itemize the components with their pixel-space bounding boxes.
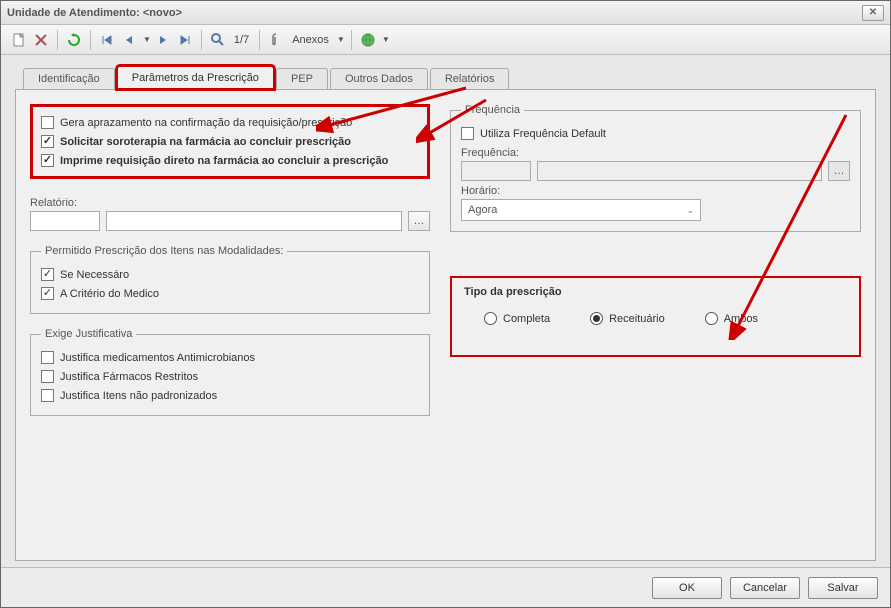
radio-receituario[interactable]: Receituário bbox=[590, 312, 665, 325]
dropdown-arrow-icon[interactable]: ▼ bbox=[382, 35, 390, 44]
checkbox-icon[interactable] bbox=[41, 287, 54, 300]
radio-icon bbox=[590, 312, 603, 325]
relatorio-code-input[interactable] bbox=[30, 211, 100, 231]
globe-icon[interactable] bbox=[358, 30, 378, 50]
checkbox-label: Imprime requisição direto na farmácia ao… bbox=[60, 155, 388, 167]
cancelar-button[interactable]: Cancelar bbox=[730, 577, 800, 599]
checkbox-a-criterio[interactable]: A Critério do Medico bbox=[41, 284, 419, 303]
tabs: Identificação Parâmetros da Prescrição P… bbox=[23, 65, 876, 89]
tab-pep[interactable]: PEP bbox=[276, 68, 328, 89]
checkbox-icon[interactable] bbox=[41, 135, 54, 148]
checkbox-solicitar-soroterapia[interactable]: Solicitar soroterapia na farmácia ao con… bbox=[41, 132, 419, 151]
tab-panel: Gera aprazamento na confirmação da requi… bbox=[15, 89, 876, 561]
radio-icon bbox=[705, 312, 718, 325]
tab-outros-dados[interactable]: Outros Dados bbox=[330, 68, 428, 89]
close-button[interactable]: ✕ bbox=[862, 5, 884, 21]
checkbox-label: Justifica Itens não padronizados bbox=[60, 390, 217, 402]
dialog-window: Unidade de Atendimento: <novo> ✕ ▼ 1/7 A… bbox=[0, 0, 891, 608]
checkbox-icon[interactable] bbox=[461, 127, 474, 140]
radio-icon bbox=[484, 312, 497, 325]
left-column: Gera aprazamento na confirmação da requi… bbox=[30, 104, 430, 546]
highlight-box-checkboxes: Gera aprazamento na confirmação da requi… bbox=[30, 104, 430, 179]
modalidades-fieldset: Permitido Prescrição dos Itens nas Modal… bbox=[30, 245, 430, 314]
toolbar: ▼ 1/7 Anexos ▼ ▼ bbox=[1, 25, 890, 55]
tab-parametros-prescricao[interactable]: Parâmetros da Prescrição bbox=[117, 66, 274, 89]
last-icon[interactable] bbox=[175, 30, 195, 50]
checkbox-antimicrobianos[interactable]: Justifica medicamentos Antimicrobianos bbox=[41, 348, 419, 367]
radio-ambos[interactable]: Ambos bbox=[705, 312, 758, 325]
justificativa-legend: Exige Justificativa bbox=[41, 328, 136, 340]
horario-select[interactable]: Agora ⌄ bbox=[461, 199, 701, 221]
separator bbox=[57, 30, 58, 50]
checkbox-icon[interactable] bbox=[41, 116, 54, 129]
checkbox-label: Se Necessáro bbox=[60, 269, 129, 281]
attachment-icon[interactable] bbox=[266, 30, 286, 50]
horario-value: Agora bbox=[468, 204, 497, 216]
radio-completa[interactable]: Completa bbox=[484, 312, 550, 325]
horario-label: Horário: bbox=[461, 185, 850, 197]
checkbox-icon[interactable] bbox=[41, 154, 54, 167]
relatorio-browse-button[interactable]: … bbox=[408, 211, 430, 231]
checkbox-label: Justifica Fármacos Restritos bbox=[60, 371, 198, 383]
tab-relatorios[interactable]: Relatórios bbox=[430, 68, 510, 89]
checkbox-restritos[interactable]: Justifica Fármacos Restritos bbox=[41, 367, 419, 386]
delete-icon[interactable] bbox=[31, 30, 51, 50]
separator bbox=[259, 30, 260, 50]
search-icon[interactable] bbox=[208, 30, 228, 50]
radio-label: Ambos bbox=[724, 313, 758, 325]
tipo-prescricao-legend: Tipo da prescrição bbox=[464, 286, 847, 298]
checkbox-imprime-requisicao[interactable]: Imprime requisição direto na farmácia ao… bbox=[41, 151, 419, 170]
checkbox-gera-aprazamento[interactable]: Gera aprazamento na confirmação da requi… bbox=[41, 113, 419, 132]
frequencia-label: Frequência: bbox=[461, 147, 850, 159]
justificativa-fieldset: Exige Justificativa Justifica medicament… bbox=[30, 328, 430, 416]
footer: OK Cancelar Salvar bbox=[1, 567, 890, 607]
checkbox-label: Utiliza Frequência Default bbox=[480, 128, 606, 140]
frequencia-fieldset: Frequência Utiliza Frequência Default Fr… bbox=[450, 104, 861, 232]
frequencia-legend: Frequência bbox=[461, 104, 524, 116]
frequencia-code-input bbox=[461, 161, 531, 181]
ok-button[interactable]: OK bbox=[652, 577, 722, 599]
radio-label: Completa bbox=[503, 313, 550, 325]
next-icon[interactable] bbox=[153, 30, 173, 50]
dropdown-arrow-icon[interactable]: ▼ bbox=[337, 35, 345, 44]
right-column: Frequência Utiliza Frequência Default Fr… bbox=[450, 104, 861, 546]
frequencia-desc-input bbox=[537, 161, 822, 181]
new-icon[interactable] bbox=[9, 30, 29, 50]
relatorio-block: Relatório: … bbox=[30, 193, 430, 231]
frequencia-browse-button[interactable]: … bbox=[828, 161, 850, 181]
radio-label: Receituário bbox=[609, 313, 665, 325]
highlight-box-tipo-prescricao: Tipo da prescrição Completa Receituário bbox=[450, 276, 861, 357]
separator bbox=[90, 30, 91, 50]
window-title: Unidade de Atendimento: <novo> bbox=[7, 7, 182, 19]
content-area: Identificação Parâmetros da Prescrição P… bbox=[1, 55, 890, 567]
checkbox-label: A Critério do Medico bbox=[60, 288, 159, 300]
checkbox-label: Justifica medicamentos Antimicrobianos bbox=[60, 352, 255, 364]
checkbox-label: Solicitar soroterapia na farmácia ao con… bbox=[60, 136, 351, 148]
prev-icon[interactable] bbox=[119, 30, 139, 50]
salvar-button[interactable]: Salvar bbox=[808, 577, 878, 599]
chevron-down-icon: ⌄ bbox=[686, 205, 694, 216]
refresh-icon[interactable] bbox=[64, 30, 84, 50]
checkbox-icon[interactable] bbox=[41, 370, 54, 383]
tab-identificacao[interactable]: Identificação bbox=[23, 68, 115, 89]
relatorio-label: Relatório: bbox=[30, 197, 430, 209]
checkbox-nao-padronizados[interactable]: Justifica Itens não padronizados bbox=[41, 386, 419, 405]
titlebar: Unidade de Atendimento: <novo> ✕ bbox=[1, 1, 890, 25]
checkbox-label: Gera aprazamento na confirmação da requi… bbox=[60, 117, 352, 129]
anexos-label[interactable]: Anexos bbox=[288, 34, 333, 46]
modalidades-legend: Permitido Prescrição dos Itens nas Modal… bbox=[41, 245, 287, 257]
checkbox-icon[interactable] bbox=[41, 268, 54, 281]
separator bbox=[201, 30, 202, 50]
checkbox-se-necessario[interactable]: Se Necessáro bbox=[41, 265, 419, 284]
dropdown-arrow-icon[interactable]: ▼ bbox=[143, 35, 151, 44]
checkbox-icon[interactable] bbox=[41, 351, 54, 364]
checkbox-utiliza-default[interactable]: Utiliza Frequência Default bbox=[461, 124, 850, 143]
relatorio-desc-input[interactable] bbox=[106, 211, 402, 231]
separator bbox=[351, 30, 352, 50]
checkbox-icon[interactable] bbox=[41, 389, 54, 402]
first-icon[interactable] bbox=[97, 30, 117, 50]
page-indicator: 1/7 bbox=[230, 34, 253, 46]
